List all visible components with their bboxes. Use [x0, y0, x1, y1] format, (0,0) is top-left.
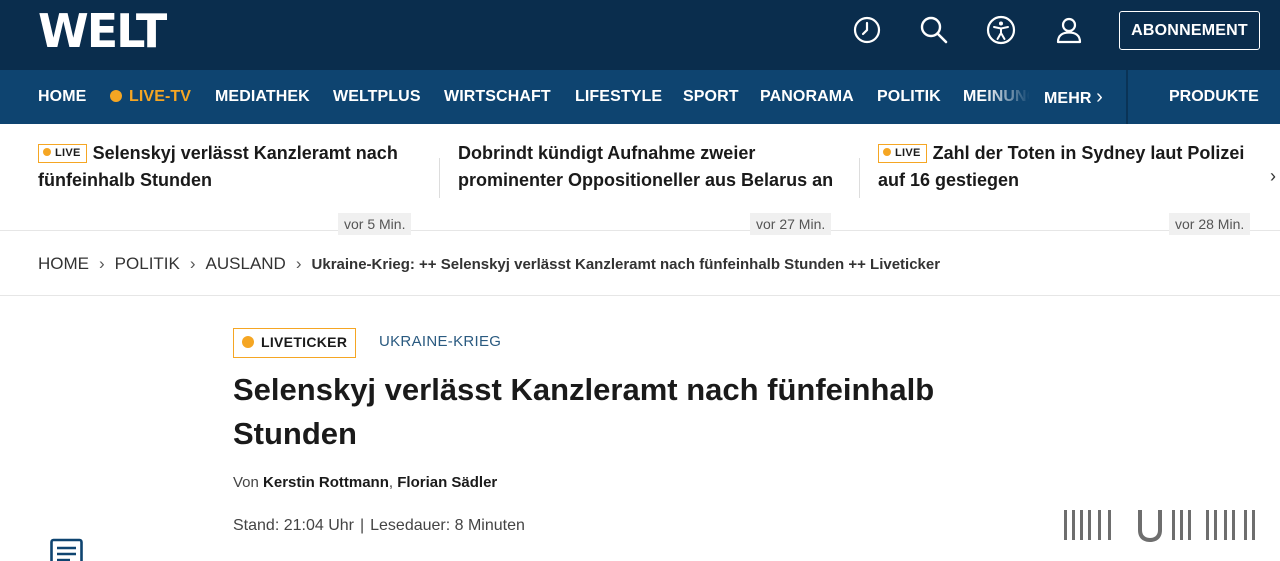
breadcrumb-current: Ukraine-Krieg: ++ Selenskyj verlässt Kan…: [311, 256, 941, 273]
breadcrumb: HOME › POLITIK › AUSLAND › Ukraine-Krieg: ++ S…: [38, 252, 940, 276]
breadcrumb-ausland[interactable]: AUSLAND: [206, 254, 286, 273]
byline-prefix: Von: [233, 474, 259, 491]
liveticker-badge: LIVETICKER: [233, 328, 357, 358]
nav-fade: [984, 70, 1030, 124]
subscribe-button[interactable]: ABONNEMENT: [1119, 11, 1260, 50]
watermark-logo: [1060, 506, 1260, 546]
teaser-item[interactable]: LIVE Selenskyj verlässt Kanzleramt nach f…: [38, 140, 428, 235]
chevron-right-icon: ›: [295, 254, 302, 273]
search-icon[interactable]: [918, 14, 950, 46]
teaser-item[interactable]: LIVE Zahl der Toten in Sydney laut Polize…: [878, 140, 1268, 235]
top-header: WELT ABONNEMENT: [0, 0, 1280, 70]
teaser-divider: [859, 158, 860, 198]
liveticker-label: LIVETICKER: [261, 334, 348, 350]
live-dot-icon: [242, 336, 254, 348]
teaser-time: vor 5 Min.: [338, 213, 412, 235]
nav-item-politik[interactable]: POLITIK: [877, 70, 941, 124]
main-nav: HOME LIVE-TV MEDIATHEK WELTPLUS WIRTSCHA…: [0, 70, 1280, 124]
live-dot-icon: [110, 90, 122, 102]
user-icon[interactable]: [1053, 14, 1085, 46]
breadcrumb-politik[interactable]: POLITIK: [115, 254, 180, 273]
nav-item-live-tv-label: LIVE-TV: [129, 88, 192, 105]
author-link[interactable]: Kerstin Rottmann: [263, 474, 389, 491]
chevron-right-icon[interactable]: ›: [1270, 166, 1276, 187]
article-meta: Stand: 21:04 Uhr | Lesedauer: 8 Minuten: [233, 517, 525, 535]
teaser-title: LIVE Zahl der Toten in Sydney laut Polize…: [878, 140, 1268, 194]
live-badge: LIVE: [38, 144, 87, 163]
live-badge-label: LIVE: [895, 147, 921, 159]
nav-item-lifestyle[interactable]: LIFESTYLE: [575, 70, 662, 124]
chevron-right-icon: ›: [189, 254, 196, 273]
meta-separator: |: [359, 517, 365, 534]
chevron-right-icon: ›: [1096, 86, 1103, 108]
live-badge-label: LIVE: [55, 147, 81, 159]
byline: Von Kerstin Rottmann, Florian Sädler: [233, 474, 498, 491]
teaser-title: Dobrindt kündigt Aufnahme zweier promine…: [458, 143, 834, 190]
nav-item-produkte[interactable]: PRODUKTE: [1169, 70, 1259, 124]
nav-item-sport[interactable]: SPORT: [683, 70, 739, 124]
nav-item-mehr-label: MEHR: [1044, 90, 1092, 107]
clock-icon[interactable]: [851, 14, 883, 46]
live-dot-icon: [43, 148, 51, 156]
nav-item-mehr[interactable]: MEHR ›: [1044, 70, 1103, 124]
nav-item-weltplus[interactable]: WELTPLUS: [333, 70, 421, 124]
welt-logo[interactable]: WELT: [38, 6, 167, 56]
chevron-right-icon: ›: [99, 254, 105, 273]
teaser-item[interactable]: Dobrindt kündigt Aufnahme zweier promine…: [458, 140, 848, 235]
teaser-time: vor 27 Min.: [750, 213, 832, 235]
document-icon[interactable]: [50, 538, 84, 561]
teaser-title: LIVE Selenskyj verlässt Kanzleramt nach f…: [38, 140, 428, 194]
nav-divider: [1126, 70, 1128, 124]
nav-item-mediathek[interactable]: MEDIATHEK: [215, 70, 310, 124]
nav-item-panorama[interactable]: PANORAMA: [760, 70, 854, 124]
nav-item-live-tv[interactable]: LIVE-TV: [110, 70, 191, 124]
breadcrumb-home[interactable]: HOME: [38, 254, 89, 273]
teaser-title-text: Zahl der Toten in Sydney laut Polizei au…: [878, 143, 1245, 190]
teaser-time: vor 28 Min.: [1169, 213, 1251, 235]
nav-item-home[interactable]: HOME: [38, 70, 86, 124]
reading-time: Lesedauer: 8 Minuten: [370, 517, 525, 534]
teaser-row: LIVE Selenskyj verlässt Kanzleramt nach f…: [0, 124, 1280, 235]
nav-item-wirtschaft[interactable]: WIRTSCHAFT: [444, 70, 551, 124]
author-link[interactable]: Florian Sädler: [397, 474, 497, 491]
topic-link[interactable]: UKRAINE-KRIEG: [379, 333, 501, 350]
accessibility-icon[interactable]: [985, 14, 1017, 46]
article-headline: Selenskyj verlässt Kanzleramt nach fünfe…: [233, 372, 935, 451]
live-dot-icon: [883, 148, 891, 156]
live-badge: LIVE: [878, 144, 927, 163]
breadcrumb-divider: [0, 295, 1280, 296]
article-timestamp: Stand: 21:04 Uhr: [233, 517, 354, 534]
teaser-title-text: Selenskyj verlässt Kanzleramt nach fünfe…: [38, 143, 398, 190]
teaser-divider: [439, 158, 440, 198]
